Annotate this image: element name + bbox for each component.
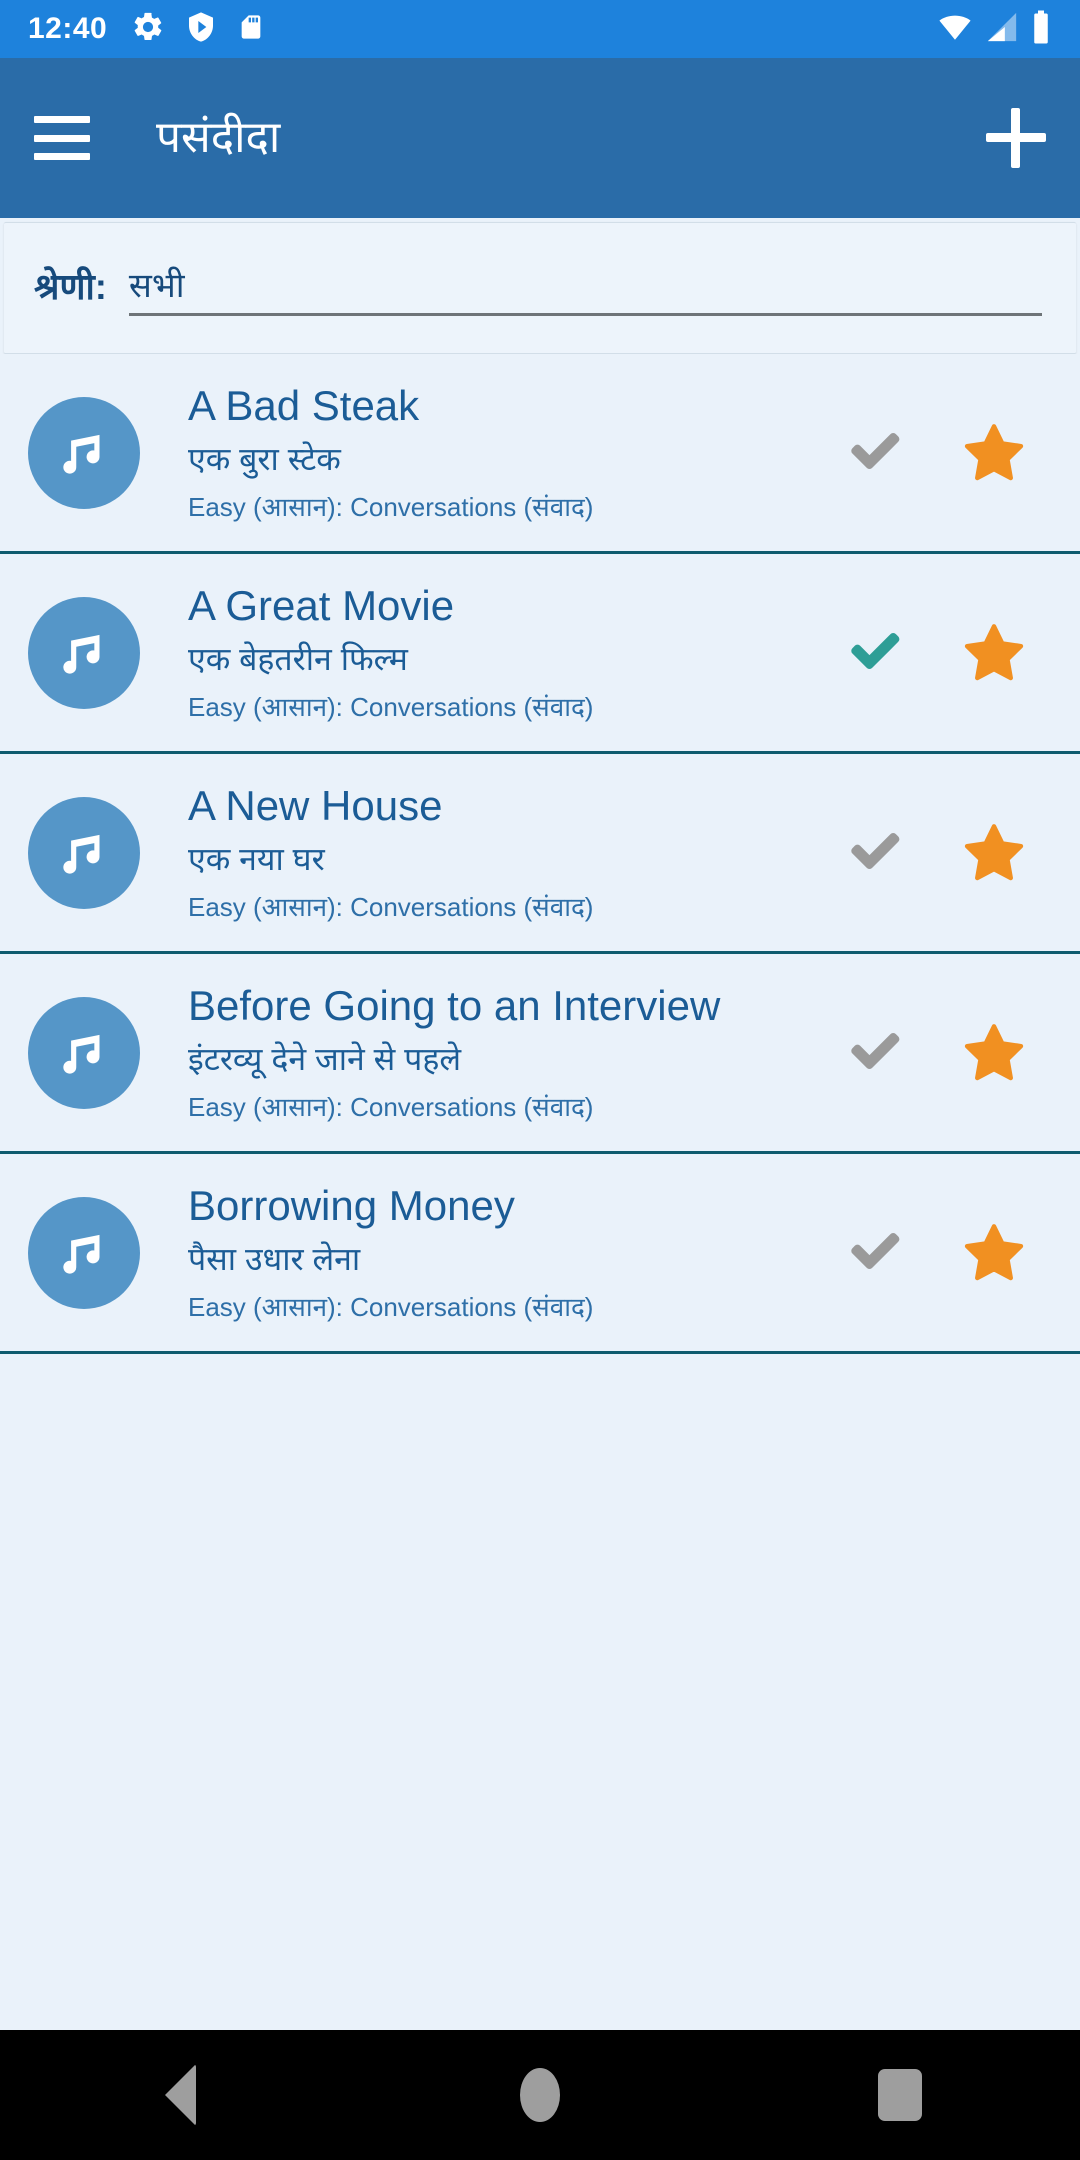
list-item-actions — [838, 817, 1030, 889]
star-icon[interactable] — [958, 417, 1030, 489]
check-icon[interactable] — [838, 1217, 910, 1289]
list-item[interactable]: A New House एक नया घर Easy (आसान): Conve… — [0, 754, 1080, 954]
category-filter-value: सभी — [128, 267, 185, 305]
list-item-meta: Easy (आसान): Conversations (संवाद) — [188, 891, 594, 922]
music-note-icon — [63, 1234, 100, 1274]
list-item-title: Before Going to an Interview — [188, 982, 721, 1029]
hamburger-menu-icon[interactable] — [34, 116, 90, 160]
list-item-text-block: A Great Movie एक बेहतरीन फिल्म Easy (आसा… — [188, 582, 838, 722]
wifi-icon — [936, 10, 974, 49]
list-item-meta: Easy (आसान): Conversations (संवाद) — [188, 491, 594, 522]
hamburger-line — [34, 153, 90, 160]
list-item-actions — [838, 1217, 1030, 1289]
list-item-meta: Easy (आसान): Conversations (संवाद) — [188, 1291, 594, 1322]
list-item-subtitle: पैसा उधार लेना — [188, 1241, 361, 1278]
avatar — [28, 596, 140, 709]
page-title: पसंदीदा — [156, 113, 281, 162]
gear-icon — [131, 10, 165, 49]
star-icon[interactable] — [958, 1217, 1030, 1289]
list-item-title: A Bad Steak — [188, 382, 420, 429]
list-item[interactable]: A Bad Steak एक बुरा स्टेक Easy (आसान): C… — [0, 354, 1080, 554]
list-item-title: A New House — [188, 782, 443, 829]
star-icon[interactable] — [958, 617, 1030, 689]
category-filter-card: श्रेणी: सभी — [4, 222, 1076, 354]
avatar — [28, 796, 140, 909]
star-icon[interactable] — [958, 1017, 1030, 1089]
android-navigation-bar — [0, 2030, 1080, 2160]
list-item-meta: Easy (आसान): Conversations (संवाद) — [188, 691, 594, 722]
list-item-actions — [838, 617, 1030, 689]
list-item-actions — [838, 417, 1030, 489]
list-item-title: A Great Movie — [188, 582, 455, 629]
status-bar: 12:40 — [0, 0, 1080, 58]
back-triangle-icon[interactable] — [120, 2030, 240, 2160]
list-item-meta: Easy (आसान): Conversations (संवाद) — [188, 1091, 594, 1122]
music-note-icon — [63, 634, 100, 674]
category-filter-dropdown[interactable]: सभी — [128, 267, 1042, 316]
list-item[interactable]: Before Going to an Interview इंटरव्यू दे… — [0, 954, 1080, 1154]
avatar — [28, 396, 140, 509]
hamburger-line — [34, 116, 90, 123]
sd-card-icon — [237, 10, 265, 49]
cellular-signal-icon — [984, 10, 1020, 49]
list-item-subtitle: एक बेहतरीन फिल्म — [188, 641, 408, 678]
list-item-subtitle: एक नया घर — [188, 841, 325, 878]
list-item-text-block: A Bad Steak एक बुरा स्टेक Easy (आसान): C… — [188, 382, 838, 522]
favorites-list: A Bad Steak एक बुरा स्टेक Easy (आसान): C… — [0, 354, 1080, 2030]
hamburger-line — [34, 134, 90, 142]
music-note-icon — [63, 1034, 100, 1074]
check-icon[interactable] — [838, 617, 910, 689]
category-filter-label: श्रेणी: — [34, 266, 107, 307]
status-bar-notification-icons — [131, 10, 265, 49]
check-icon[interactable] — [838, 417, 910, 489]
list-item[interactable]: A Great Movie एक बेहतरीन फिल्म Easy (आसा… — [0, 554, 1080, 754]
list-item-subtitle: एक बुरा स्टेक — [188, 441, 341, 478]
list-item-text-block: Borrowing Money पैसा उधार लेना Easy (आसा… — [188, 1182, 838, 1322]
music-note-icon — [63, 834, 100, 874]
avatar — [28, 996, 140, 1109]
check-icon[interactable] — [838, 1017, 910, 1089]
app-bar: पसंदीदा — [0, 58, 1080, 218]
list-item-title: Borrowing Money — [188, 1182, 515, 1229]
status-bar-clock: 12:40 — [28, 12, 108, 45]
phone-screen: 12:40 पसंदीदा श्रेणी: सभी A Bad Steak एक… — [0, 0, 1080, 2160]
recents-square-icon[interactable] — [840, 2030, 960, 2160]
star-icon[interactable] — [958, 817, 1030, 889]
list-item-subtitle: इंटरव्यू देने जाने से पहले — [188, 1041, 462, 1078]
list-item[interactable]: Borrowing Money पैसा उधार लेना Easy (आसा… — [0, 1154, 1080, 1354]
battery-icon — [1030, 9, 1052, 50]
list-item-actions — [838, 1017, 1030, 1089]
shield-play-icon — [185, 10, 217, 49]
plus-icon[interactable] — [986, 108, 1046, 168]
status-bar-system-icons — [936, 9, 1052, 50]
avatar — [28, 1196, 140, 1309]
music-note-icon — [63, 434, 100, 474]
home-circle-icon[interactable] — [480, 2030, 600, 2160]
list-item-text-block: A New House एक नया घर Easy (आसान): Conve… — [188, 782, 838, 922]
check-icon[interactable] — [838, 817, 910, 889]
list-item-text-block: Before Going to an Interview इंटरव्यू दे… — [188, 982, 838, 1122]
